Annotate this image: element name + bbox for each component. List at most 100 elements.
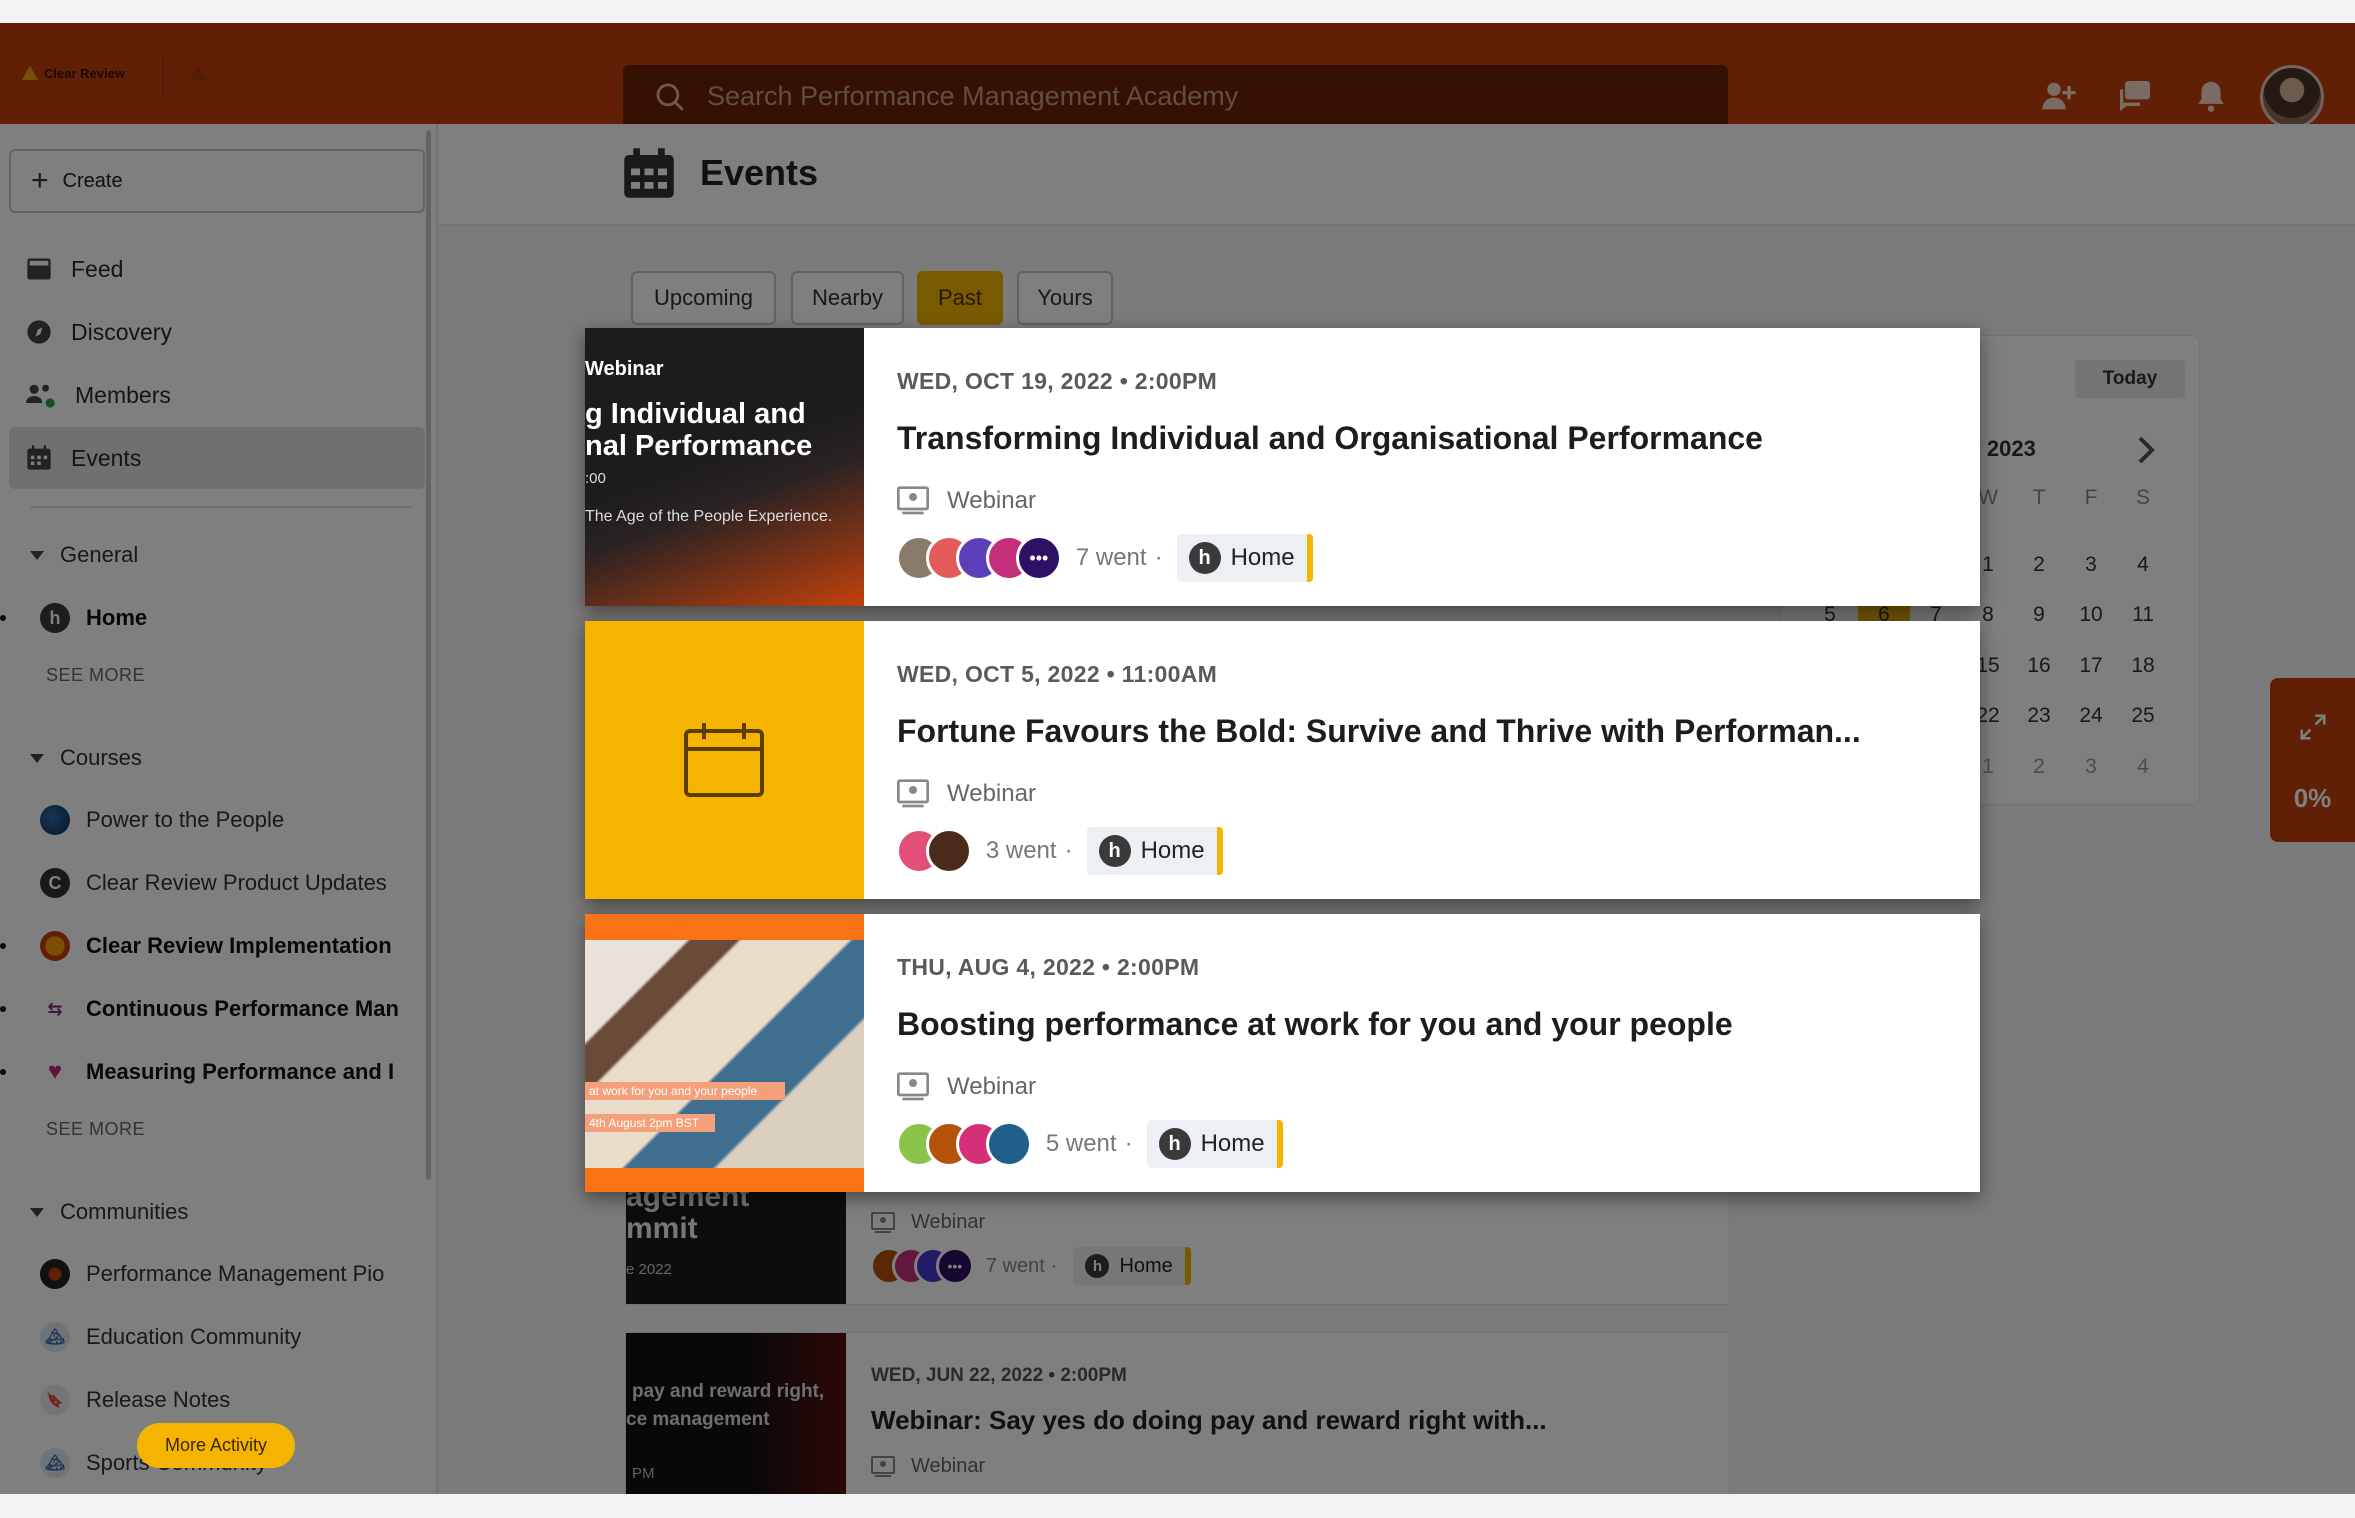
calendar-day[interactable]: 16	[2019, 654, 2059, 678]
event-attendance: A ••• 7 went · h Home	[895, 534, 1313, 582]
nav-events[interactable]: Events	[9, 427, 425, 489]
secondary-logo[interactable]	[190, 63, 206, 83]
sidebar-course-item[interactable]: ⇆ Continuous Performance Man	[40, 994, 410, 1024]
event-date: WED, OCT 19, 2022 • 2:00PM	[897, 368, 1218, 394]
chevron-right-icon[interactable]	[2136, 436, 2156, 464]
calendar-day[interactable]: 24	[2071, 704, 2111, 728]
group-chip[interactable]: h Home	[1073, 1247, 1191, 1285]
section-communities-heading: Communities	[60, 1199, 189, 1224]
unread-dot	[0, 943, 6, 949]
nav-discovery[interactable]: Discovery	[9, 301, 425, 363]
event-card-background[interactable]: pay and reward right, ce management PM W…	[625, 1332, 1730, 1494]
sidebar-divider	[30, 506, 412, 508]
sidebar-item-home[interactable]: h Home	[40, 603, 410, 633]
tab-yours[interactable]: Yours	[1017, 271, 1113, 325]
brand-logo[interactable]: Clear Review	[22, 63, 125, 83]
app-root: Clear Review Search Performance Manageme…	[0, 0, 2355, 1518]
progress-widget[interactable]: 0%	[2270, 678, 2355, 842]
more-activity-button[interactable]: More Activity	[137, 1423, 295, 1468]
group-chip[interactable]: h Home	[1176, 534, 1313, 582]
calendar-day[interactable]: 18	[2123, 654, 2163, 678]
section-courses-toggle[interactable]: Courses	[30, 745, 142, 771]
event-title[interactable]: Webinar: Say yes do doing pay and reward…	[871, 1405, 1547, 1436]
event-type: Webinar	[897, 779, 1036, 809]
webinar-icon	[871, 1455, 895, 1477]
invite-member-icon[interactable]	[2036, 73, 2082, 119]
calendar-day[interactable]: 4	[2123, 755, 2163, 779]
calendar-day[interactable]: 25	[2123, 704, 2163, 728]
user-avatar[interactable]	[2260, 65, 2324, 129]
today-button[interactable]: Today	[2075, 360, 2185, 398]
nav-feed-label: Feed	[71, 255, 124, 282]
group-chip[interactable]: h Home	[1086, 827, 1223, 875]
section-general-toggle[interactable]: General	[30, 542, 138, 568]
search-bar[interactable]: Search Performance Management Academy	[623, 65, 1728, 128]
event-type: Webinar	[871, 1211, 985, 1234]
community-label: Education Community	[86, 1324, 302, 1349]
sidebar-community-item[interactable]: 🔖 Release Notes	[40, 1385, 410, 1415]
event-attendance: A 3 went · h Home	[895, 827, 1223, 875]
create-button[interactable]: + Create	[9, 149, 425, 213]
chat-icon[interactable]	[2112, 73, 2158, 119]
plus-icon: +	[31, 164, 49, 197]
event-type-label: Webinar	[947, 780, 1036, 807]
sidebar-course-item[interactable]: Power to the People	[40, 805, 410, 835]
calendar-day[interactable]: 4	[2123, 553, 2163, 577]
event-attendance: A ••• 7 went · h Home	[869, 1247, 1191, 1285]
calendar-day[interactable]: 2	[2019, 553, 2059, 577]
browser-bottom-strip	[0, 1494, 2355, 1518]
caret-down-icon	[30, 550, 44, 560]
thumb-text: 4th August 2pm BST	[585, 1114, 715, 1132]
tab-past[interactable]: Past	[917, 271, 1003, 325]
calendar-day[interactable]: 17	[2071, 654, 2111, 678]
general-see-more-link[interactable]: SEE MORE	[46, 665, 145, 686]
attendee-avatar	[985, 1121, 1032, 1167]
nav-events-label: Events	[71, 444, 142, 471]
thumb-text: ce management	[626, 1409, 770, 1430]
went-count: 3 went	[985, 837, 1057, 864]
event-attendance: A 5 went · h Home	[895, 1120, 1283, 1168]
sidebar-course-item[interactable]: ♥ Measuring Performance and I	[40, 1057, 410, 1087]
calendar-day[interactable]: 3	[2071, 755, 2111, 779]
tab-nearby[interactable]: Nearby	[791, 271, 904, 325]
sidebar-community-item[interactable]: Performance Management Pio	[40, 1259, 410, 1289]
nav-feed[interactable]: Feed	[9, 238, 425, 300]
meta-separator: ·	[1154, 544, 1163, 571]
section-communities-toggle[interactable]: Communities	[30, 1199, 188, 1225]
group-chip-label: Home	[1119, 1254, 1173, 1277]
event-card[interactable]: Webinar g Individual and nal Performance…	[585, 328, 1980, 606]
caret-down-icon	[30, 1207, 44, 1217]
calendar-day[interactable]: 23	[2019, 704, 2059, 728]
notifications-bell-icon[interactable]	[2188, 73, 2234, 119]
feed-icon	[27, 258, 51, 280]
thumb-text: mmit	[626, 1212, 698, 1245]
sidebar-scrollbar[interactable]	[426, 130, 431, 1180]
event-title[interactable]: Boosting performance at work for you and…	[897, 1006, 1733, 1043]
sidebar-course-item[interactable]: C Clear Review Product Updates	[40, 868, 410, 898]
event-card[interactable]: at work for you and your people 4th Augu…	[585, 914, 1980, 1192]
webinar-icon	[897, 1072, 929, 1101]
calendar-day[interactable]: 3	[2071, 553, 2111, 577]
thumb-text: e 2022	[626, 1261, 672, 1278]
nav-members-label: Members	[75, 381, 171, 408]
sidebar-course-item[interactable]: Clear Review Implementation	[40, 931, 410, 961]
expand-icon[interactable]	[2298, 712, 2328, 742]
sidebar-community-item[interactable]: 🏔 Education Community	[40, 1322, 410, 1352]
calendar-day[interactable]: 9	[2019, 603, 2059, 627]
calendar-day[interactable]: 11	[2123, 603, 2163, 627]
search-input[interactable]: Search Performance Management Academy	[707, 81, 1238, 112]
event-card[interactable]: WED, OCT 5, 2022 • 11:00AM Fortune Favou…	[585, 621, 1980, 899]
thumb-text: nal Performance	[585, 430, 813, 462]
calendar-day[interactable]: 10	[2071, 603, 2111, 627]
unread-dot	[0, 615, 6, 621]
search-icon	[656, 83, 684, 111]
nav-members[interactable]: Members	[9, 364, 425, 426]
event-title[interactable]: Fortune Favours the Bold: Survive and Th…	[897, 713, 1861, 750]
event-title[interactable]: Transforming Individual and Organisation…	[897, 420, 1763, 457]
courses-see-more-link[interactable]: SEE MORE	[46, 1119, 145, 1140]
group-chip[interactable]: h Home	[1146, 1120, 1283, 1168]
webinar-icon	[897, 779, 929, 808]
webinar-icon	[871, 1211, 895, 1233]
calendar-day[interactable]: 2	[2019, 755, 2059, 779]
tab-upcoming[interactable]: Upcoming	[631, 271, 776, 325]
